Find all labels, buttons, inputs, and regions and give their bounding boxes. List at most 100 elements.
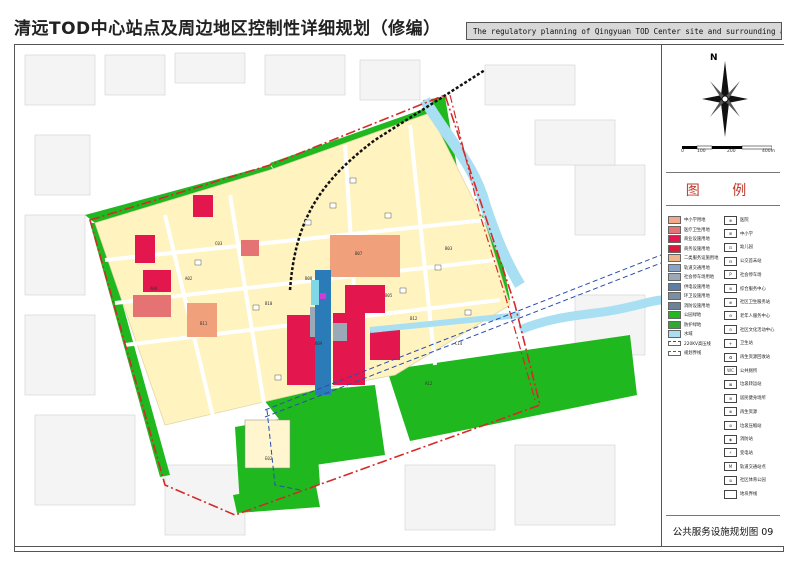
legend-item: 供电设施用地 (668, 282, 710, 292)
legend-swatch (668, 244, 681, 253)
legend-symbol-item: ⊚ 居民健身场所 (724, 393, 766, 403)
facility-symbol-icon: ⊕ (724, 215, 737, 225)
legend-divider (666, 172, 780, 173)
legend-swatch (668, 311, 681, 319)
legend-label: 消防站 (740, 437, 753, 443)
facility-symbol-icon: ⚡ (724, 448, 737, 458)
parcel-code: A08 (150, 286, 158, 291)
legend-label: 社会停车场 (740, 272, 762, 278)
parcel-code: C03 (215, 241, 223, 246)
legend-symbol-item: ⊖ 老年人服务中心 (724, 311, 770, 321)
parcel-code: B03 (445, 246, 453, 251)
footer-divider (666, 515, 780, 516)
legend-item: 社会停车场用地 (668, 272, 714, 282)
legend-divider (666, 205, 780, 206)
legend-swatch (668, 350, 681, 356)
legend-symbol-item: ⊡ 幼儿园 (724, 242, 753, 252)
legend-swatch (668, 301, 681, 310)
parcel-code: A12 (425, 381, 433, 386)
legend-swatch (668, 216, 681, 224)
legend-label: 变电站 (740, 450, 753, 456)
legend-item: 公园绿地 (668, 310, 701, 320)
legend-panel: N 0 100 200 400m 图 例 公共服务设施规划图 09 中小学用地医… (661, 45, 784, 546)
legend-symbol-item: ⊕ 社区卫生服务站 (724, 297, 770, 307)
legend-symbol-item: ⚡ 变电站 (724, 448, 753, 458)
parcel-code: B11 (200, 321, 208, 326)
english-title: The regulatory planning of Qingyuan TOD … (466, 22, 782, 40)
legend-symbol-item: ⊛ 综合服务中心 (724, 284, 766, 294)
parcel-code: B12 (410, 316, 418, 321)
map-caption: 公共服务设施规划图 09 (672, 527, 774, 538)
facility-symbol-icon: ⊙ (724, 325, 737, 335)
legend-item: 水域 (668, 329, 693, 339)
facility-symbol-icon (724, 489, 737, 499)
legend-label: 社会停车场用地 (684, 275, 715, 280)
legend-heading: 图 例 (685, 183, 761, 199)
legend-symbol-item: 地块界线 (724, 489, 757, 499)
legend-swatch (668, 292, 681, 300)
legend-symbol-item: P 社会停车场 (724, 270, 761, 280)
compass-rose-icon (702, 61, 748, 137)
legend-label: 防护绿地 (684, 322, 702, 328)
legend-label: 消防设施用地 (684, 303, 710, 309)
parcel-code: E02 (265, 456, 273, 461)
parcel-code: B09 (315, 341, 323, 346)
legend-label: 再生资源 (740, 409, 758, 415)
legend-label: 中小学 (740, 231, 753, 237)
parcel-code: B08 (305, 276, 313, 281)
facility-symbol-icon: ⊖ (724, 311, 737, 321)
legend-swatch (668, 320, 681, 329)
legend-symbol-item: WC 公共厕所 (724, 366, 757, 376)
legend-label: 社区文化活动中心 (740, 327, 775, 333)
legend-item: 轨道交通用地 (668, 263, 710, 273)
legend-label: 规划界线 (684, 351, 702, 356)
legend-label: 地块界线 (740, 492, 758, 497)
legend-item: 二类服务设施用地 (668, 253, 718, 263)
legend-symbol-item: ♻ 再生资源回收站 (724, 352, 770, 362)
facility-symbol-icon: ⊗ (724, 407, 737, 417)
legend-label: 医院 (740, 218, 749, 223)
legend-label: 综合服务中心 (740, 286, 766, 292)
legend-symbol-item: ⊗ 再生资源 (724, 407, 757, 417)
legend-item: 规划界线 (668, 348, 701, 358)
legend-label: 中小学用地 (684, 218, 706, 223)
legend-symbol-item: + 卫生站 (724, 338, 753, 348)
land-use-map: E02 C03 B11 B08 B07 B05 B12 C14 B09 A08 B03 B10 A02 A… (15, 45, 661, 546)
legend-label: 卫生站 (740, 341, 753, 347)
facility-symbol-icon: ⊠ (724, 379, 737, 389)
legend-label: 水域 (684, 332, 693, 337)
map-canvas[interactable]: E02 C03 B11 B08 B07 B05 B12 C14 B09 A08 B03 B10 A02 A… (15, 45, 661, 546)
legend-label: 再生资源回收站 (740, 355, 771, 360)
legend-label: 商业设施用地 (684, 237, 710, 242)
legend-swatch (668, 225, 681, 234)
parcel-code: A02 (185, 276, 193, 281)
legend-swatch (668, 273, 681, 281)
legend-label: 公园绿地 (684, 313, 702, 318)
legend-label: 医疗卫生用地 (684, 227, 710, 233)
legend-item: 商业设施用地 (668, 234, 710, 244)
facility-symbol-icon: ⊛ (724, 284, 737, 293)
legend-symbol-item: ⊙ 社区文化活动中心 (724, 325, 774, 335)
facility-symbol-icon: M (724, 462, 737, 472)
legend-item: 220KV高压线 (668, 339, 711, 349)
facility-symbol-icon: ⊟ (724, 256, 737, 266)
legend-item: 中小学用地 (668, 215, 705, 225)
legend-item: 防护绿地 (668, 320, 701, 330)
scale-label-400: 400m (762, 149, 775, 154)
parcel-code: B07 (355, 251, 363, 256)
legend-item: 环卫设施用地 (668, 291, 710, 301)
legend-symbol-item: ⊟ 公交首末站 (724, 256, 761, 266)
legend-label: 居民健身场所 (740, 396, 766, 402)
legend-swatch (668, 282, 681, 291)
legend-label: 轨道交通站点 (740, 464, 766, 470)
legend-swatch (668, 254, 681, 262)
parcel-code: B10 (265, 301, 273, 306)
legend-swatch (668, 235, 681, 243)
legend-label: 轨道交通用地 (684, 265, 710, 271)
legend-label: 幼儿园 (740, 245, 753, 251)
scale-label-200: 200 (727, 149, 736, 154)
legend-item: 医疗卫生用地 (668, 225, 710, 235)
facility-symbol-icon: ⊡ (724, 242, 737, 252)
legend-swatch (668, 330, 681, 338)
facility-symbol-icon: ♻ (724, 352, 737, 362)
